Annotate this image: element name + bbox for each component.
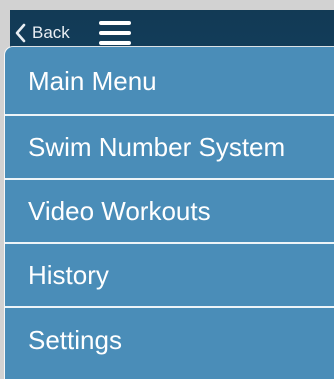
menu-item-label: Video Workouts xyxy=(28,195,211,226)
menu-item-swim-number-system[interactable]: Swim Number System xyxy=(5,116,334,180)
back-label: Back xyxy=(32,23,70,42)
menu-item-label: Swim Number System xyxy=(28,131,286,162)
hamburger-menu-icon[interactable] xyxy=(98,21,132,47)
menu-item-label: Main Menu xyxy=(28,66,157,96)
menu-item-settings[interactable]: Settings xyxy=(5,308,334,372)
menu-item-label: History xyxy=(28,259,109,290)
menu-item-history[interactable]: History xyxy=(5,244,334,308)
back-button[interactable]: Back xyxy=(14,20,70,46)
menu-item-label: Settings xyxy=(28,324,122,355)
menu-item-main-menu[interactable]: Main Menu xyxy=(5,47,334,116)
menu-item-video-workouts[interactable]: Video Workouts xyxy=(5,180,334,244)
dropdown-menu: Main Menu Swim Number System Video Worko… xyxy=(5,47,334,379)
chevron-left-icon xyxy=(15,23,26,43)
